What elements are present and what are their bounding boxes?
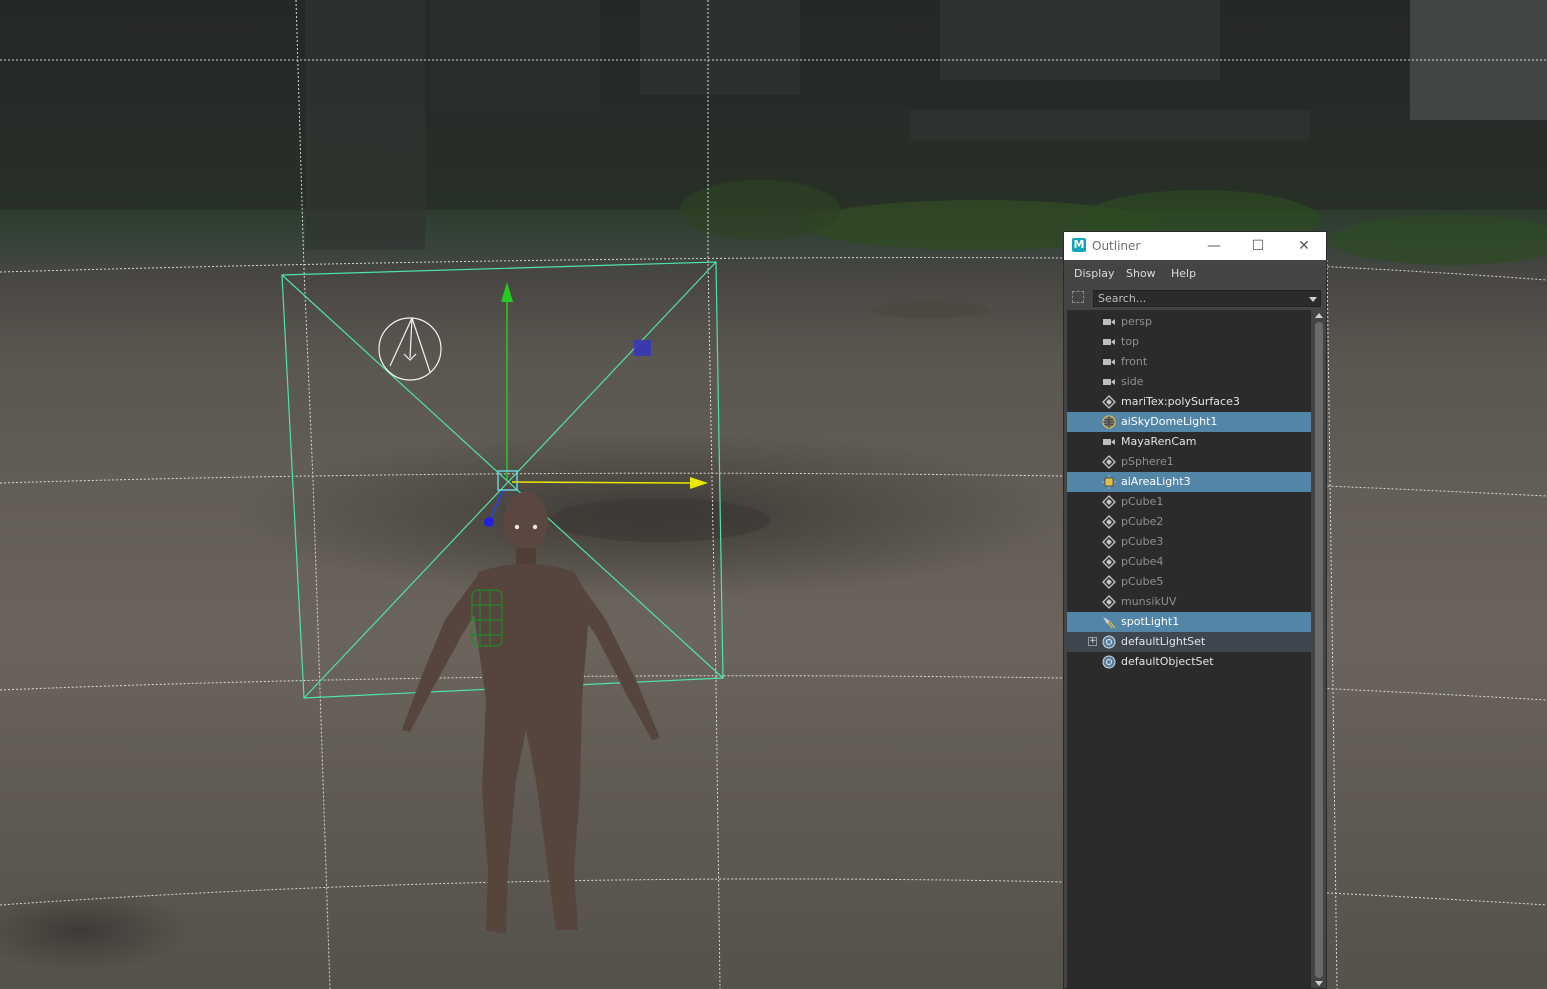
outliner-item-label: pCube2 [1121, 515, 1164, 528]
outliner-item[interactable]: pSphere1 [1067, 452, 1311, 472]
outliner-item[interactable]: MayaRenCam [1067, 432, 1311, 452]
outliner-item-label: munsikUV [1121, 595, 1177, 608]
camera-icon [1101, 435, 1117, 449]
close-button[interactable]: ✕ [1292, 236, 1316, 256]
move-manipulator[interactable] [484, 282, 708, 527]
maximize-button[interactable]: ☐ [1246, 236, 1270, 256]
scroll-thumb[interactable] [1315, 322, 1323, 978]
outliner-item-label: pCube4 [1121, 555, 1164, 568]
outliner-item-label: side [1121, 375, 1144, 388]
outliner-item-label: pCube3 [1121, 535, 1164, 548]
skydome-light-icon [1101, 415, 1117, 429]
transform-icon [1101, 495, 1117, 509]
menu-display[interactable]: Display [1074, 267, 1115, 280]
transform-icon [1101, 575, 1117, 589]
menu-show[interactable]: Show [1126, 267, 1156, 280]
scrollbar[interactable] [1313, 310, 1325, 988]
title-bar[interactable]: M Outliner — ☐ ✕ [1064, 232, 1326, 260]
outliner-item-label: pSphere1 [1121, 455, 1174, 468]
outliner-item-label: front [1121, 355, 1148, 368]
menu-bar: Display Show Help [1064, 260, 1326, 286]
outliner-item-label: persp [1121, 315, 1152, 328]
transform-icon [1101, 515, 1117, 529]
maya-logo-icon: M [1072, 238, 1086, 252]
outliner-item[interactable]: front [1067, 352, 1311, 372]
outliner-item[interactable]: + defaultLightSet [1067, 632, 1311, 652]
expand-plus-icon[interactable]: + [1088, 637, 1097, 646]
scroll-down-arrow-icon[interactable] [1315, 981, 1323, 986]
area-light-icon [1101, 475, 1117, 489]
scroll-up-arrow-icon[interactable] [1315, 313, 1323, 318]
spot-light-gizmo[interactable] [378, 317, 442, 381]
set-icon [1101, 635, 1117, 649]
transform-icon [1101, 455, 1117, 469]
outliner-item[interactable]: side [1067, 372, 1311, 392]
outliner-item[interactable]: pCube2 [1067, 512, 1311, 532]
minimize-button[interactable]: — [1202, 236, 1226, 256]
set-icon [1101, 655, 1117, 669]
transform-icon [1101, 395, 1117, 409]
search-input[interactable] [1093, 290, 1321, 307]
window-title: Outliner [1092, 239, 1141, 253]
camera-icon [1101, 355, 1117, 369]
outliner-window[interactable]: M Outliner — ☐ ✕ Display Show Help persp… [1063, 231, 1327, 989]
outliner-list[interactable]: persp top front side mariTex:polySurface3 aiS… [1067, 310, 1311, 988]
camera-icon [1101, 315, 1117, 329]
outliner-item-label: MayaRenCam [1121, 435, 1197, 448]
camera-icon [1101, 375, 1117, 389]
spot-light-icon [1101, 615, 1117, 629]
outliner-item[interactable]: pCube5 [1067, 572, 1311, 592]
outliner-item-label: pCube5 [1121, 575, 1164, 588]
character-model[interactable] [402, 492, 660, 934]
outliner-item-label: defaultObjectSet [1121, 655, 1214, 668]
outliner-item-label: defaultLightSet [1121, 635, 1206, 648]
outliner-item-label: spotLight1 [1121, 615, 1180, 628]
outliner-item-label: aiAreaLight3 [1121, 475, 1191, 488]
search-row [1064, 287, 1326, 311]
outliner-item-label: mariTex:polySurface3 [1121, 395, 1240, 408]
transform-icon [1101, 595, 1117, 609]
outliner-item[interactable]: pCube4 [1067, 552, 1311, 572]
menu-help[interactable]: Help [1171, 267, 1196, 280]
outliner-item-label: pCube1 [1121, 495, 1164, 508]
outliner-item[interactable]: defaultObjectSet [1067, 652, 1311, 672]
transform-icon [1101, 535, 1117, 549]
outliner-item[interactable]: pCube1 [1067, 492, 1311, 512]
outliner-item-label: top [1121, 335, 1140, 348]
outliner-item[interactable]: spotLight1 [1067, 612, 1311, 632]
camera-icon [1101, 335, 1117, 349]
outliner-item[interactable]: mariTex:polySurface3 [1067, 392, 1311, 412]
outliner-item[interactable]: aiAreaLight3 [1067, 472, 1311, 492]
search-options-chevron-down-icon[interactable] [1309, 297, 1317, 302]
outliner-item[interactable]: persp [1067, 312, 1311, 332]
outliner-item[interactable]: munsikUV [1067, 592, 1311, 612]
filter-icon[interactable] [1072, 291, 1084, 303]
outliner-item[interactable]: aiSkyDomeLight1 [1067, 412, 1311, 432]
outliner-item[interactable]: pCube3 [1067, 532, 1311, 552]
outliner-item-label: aiSkyDomeLight1 [1121, 415, 1218, 428]
outliner-item[interactable]: top [1067, 332, 1311, 352]
transform-icon [1101, 555, 1117, 569]
